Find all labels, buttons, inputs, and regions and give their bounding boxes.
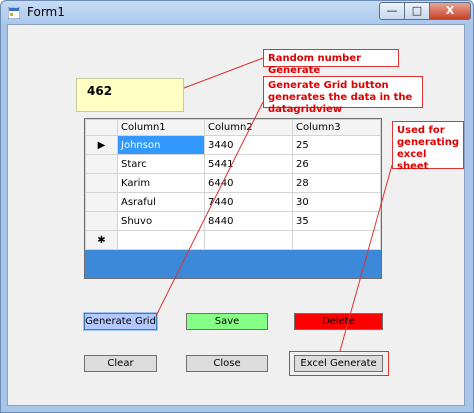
grid-callout: Generate Grid button generates the data …: [263, 76, 423, 115]
excel-callout: Used for generating excel sheet: [392, 121, 464, 172]
random-callout: Random number Generate: [263, 49, 399, 76]
grid-callout-line: [155, 101, 264, 317]
random-callout-line: [183, 57, 264, 89]
excel-callout-line: [339, 164, 393, 352]
annotation-arrows: [155, 57, 393, 352]
